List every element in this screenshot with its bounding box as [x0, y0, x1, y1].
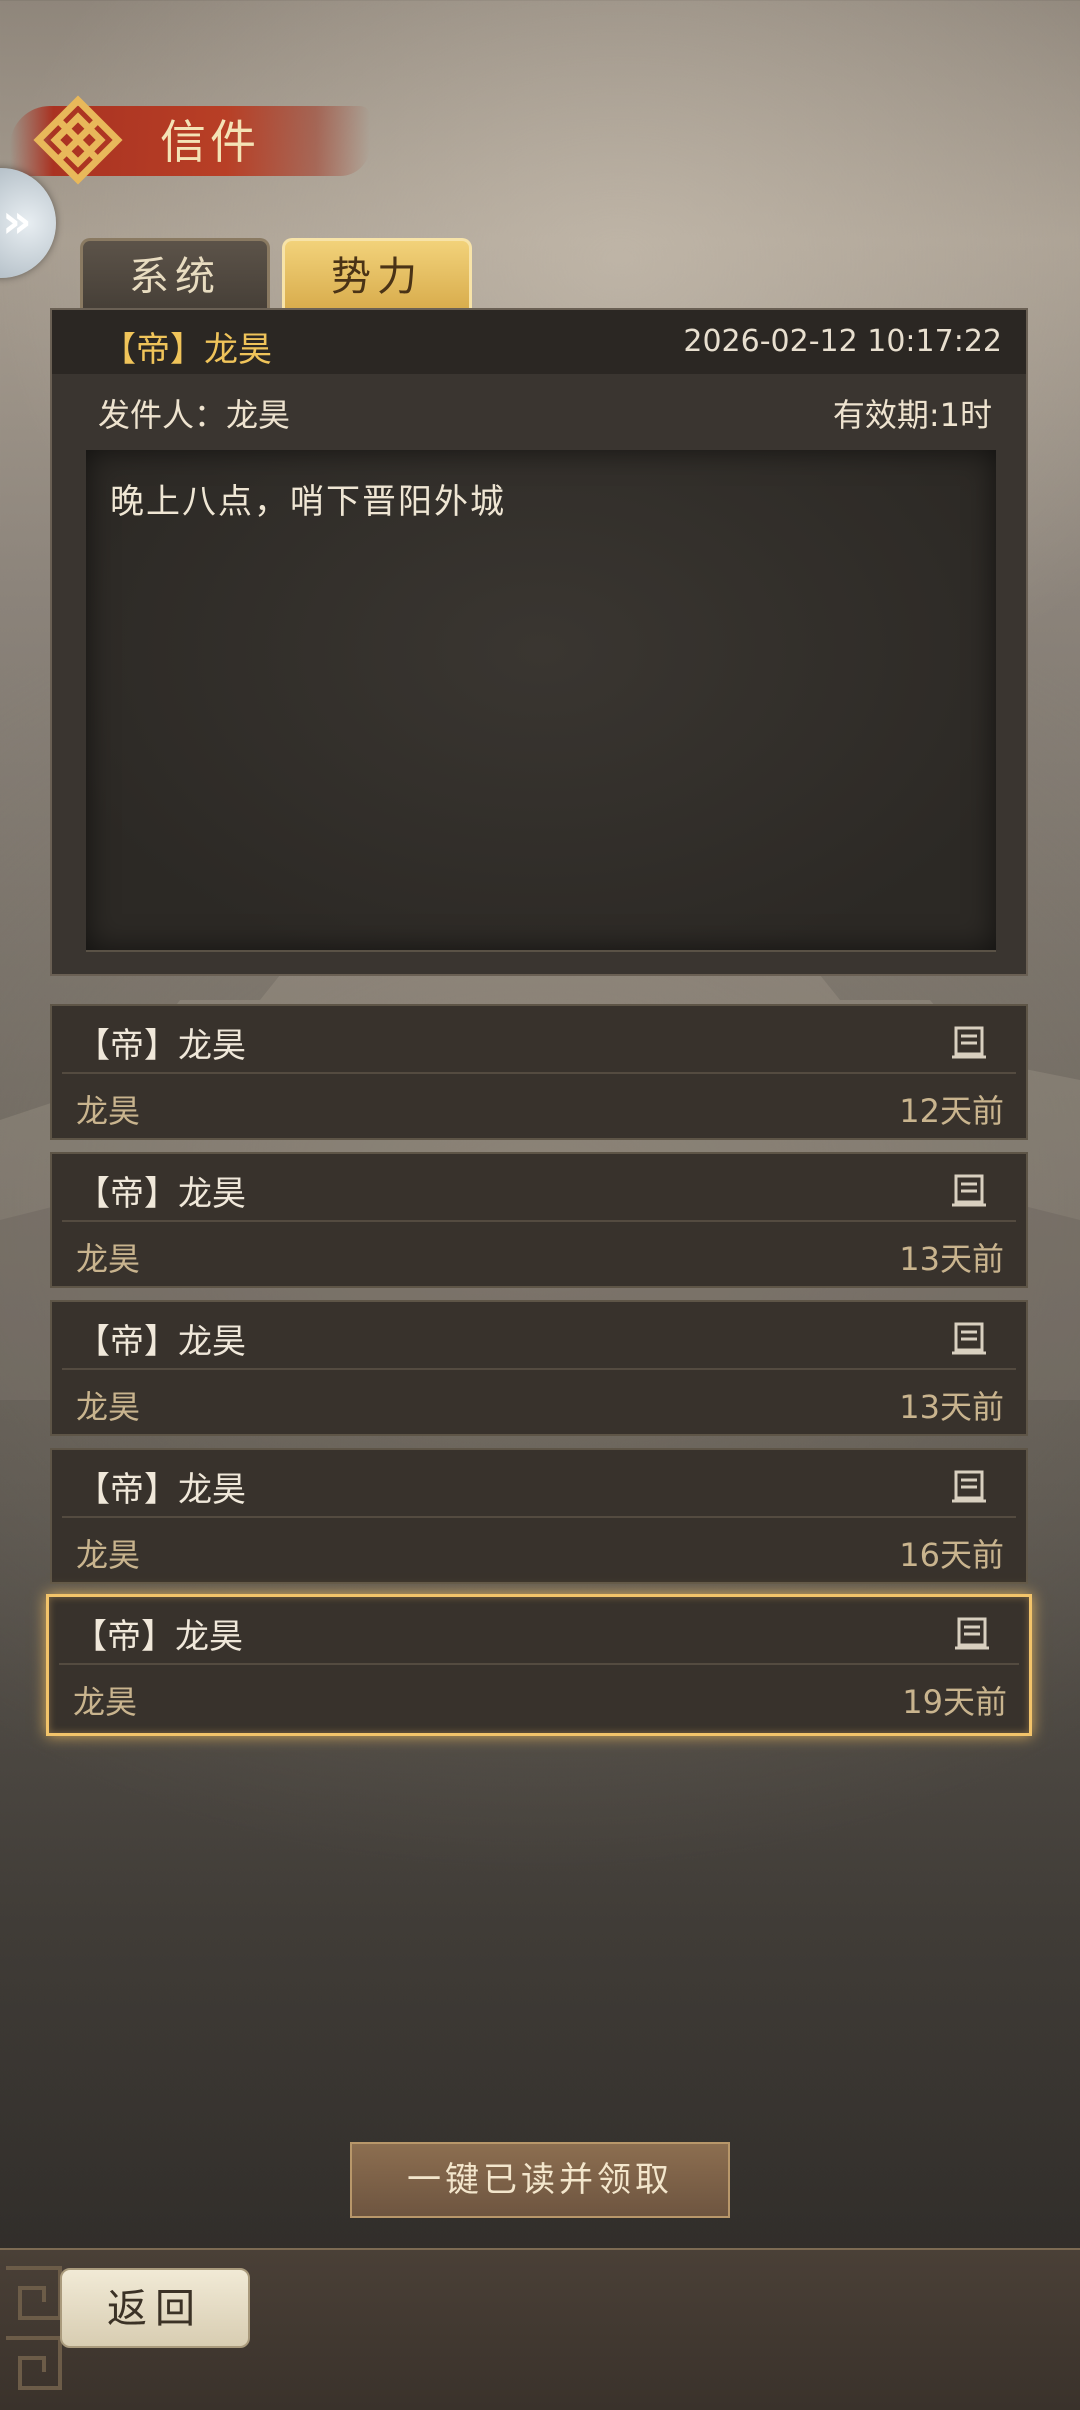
mail-list-item[interactable]: 【帝】龙昊 龙昊 16天前 [50, 1448, 1028, 1584]
mail-item-title: 【帝】龙昊 [73, 1617, 243, 1657]
mail-detail-timestamp: 2026-02-12 10:17:22 [683, 324, 1002, 359]
mail-detail-panel: 【帝】龙昊 2026-02-12 10:17:22 发件人：龙昊 有效期:1时 … [50, 308, 1028, 976]
mail-list-item[interactable]: 【帝】龙昊 龙昊 12天前 [50, 1004, 1028, 1140]
letter-icon [952, 1470, 986, 1503]
back-button[interactable]: 返回 [60, 2268, 250, 2348]
page-header: 信件 [10, 92, 370, 188]
mail-item-divider [59, 1663, 1019, 1665]
mail-item-title: 【帝】龙昊 [76, 1174, 246, 1214]
mail-item-sender: 龙昊 [76, 1388, 141, 1426]
letter-icon [955, 1617, 989, 1650]
endless-knot-icon [33, 95, 123, 185]
tab-system[interactable]: 系统 [80, 238, 270, 310]
mail-item-age: 12天前 [899, 1092, 1004, 1130]
mail-item-divider [62, 1220, 1016, 1222]
tab-faction[interactable]: 势力 [282, 238, 472, 310]
mail-body[interactable]: 晚上八点，哨下晋阳外城 [86, 450, 996, 952]
mail-item-age: 13天前 [899, 1388, 1004, 1426]
mail-list-item[interactable]: 【帝】龙昊 龙昊 13天前 [50, 1300, 1028, 1436]
claim-all-button[interactable]: 一键已读并领取 [350, 2142, 730, 2218]
mail-item-sender: 龙昊 [76, 1536, 141, 1574]
mail-detail-header: 【帝】龙昊 2026-02-12 10:17:22 [52, 310, 1026, 374]
mail-item-title: 【帝】龙昊 [76, 1470, 246, 1510]
mail-item-divider [62, 1072, 1016, 1074]
mail-sender: 发件人：龙昊 [98, 396, 291, 434]
letter-icon [952, 1026, 986, 1059]
mail-item-sender: 龙昊 [73, 1683, 138, 1721]
letter-icon [952, 1322, 986, 1355]
mail-body-text: 晚上八点，哨下晋阳外城 [110, 482, 506, 522]
mail-item-age: 16天前 [899, 1536, 1004, 1574]
mail-item-age: 19天前 [902, 1683, 1007, 1721]
mail-item-age: 13天前 [899, 1240, 1004, 1278]
mail-item-divider [62, 1516, 1016, 1518]
mail-item-title: 【帝】龙昊 [76, 1322, 246, 1362]
letter-icon [952, 1174, 986, 1207]
mail-item-title: 【帝】龙昊 [76, 1026, 246, 1066]
mail-item-sender: 龙昊 [76, 1240, 141, 1278]
mail-item-sender: 龙昊 [76, 1092, 141, 1130]
mail-detail-title: 【帝】龙昊 [102, 330, 272, 370]
page-title: 信件 [160, 115, 260, 169]
mail-list-item-selected[interactable]: 【帝】龙昊 龙昊 19天前 [46, 1594, 1032, 1736]
mail-list-item[interactable]: 【帝】龙昊 龙昊 13天前 [50, 1152, 1028, 1288]
chevron-right-icon: » [2, 194, 32, 248]
mail-validity: 有效期:1时 [832, 396, 992, 434]
mail-item-divider [62, 1368, 1016, 1370]
